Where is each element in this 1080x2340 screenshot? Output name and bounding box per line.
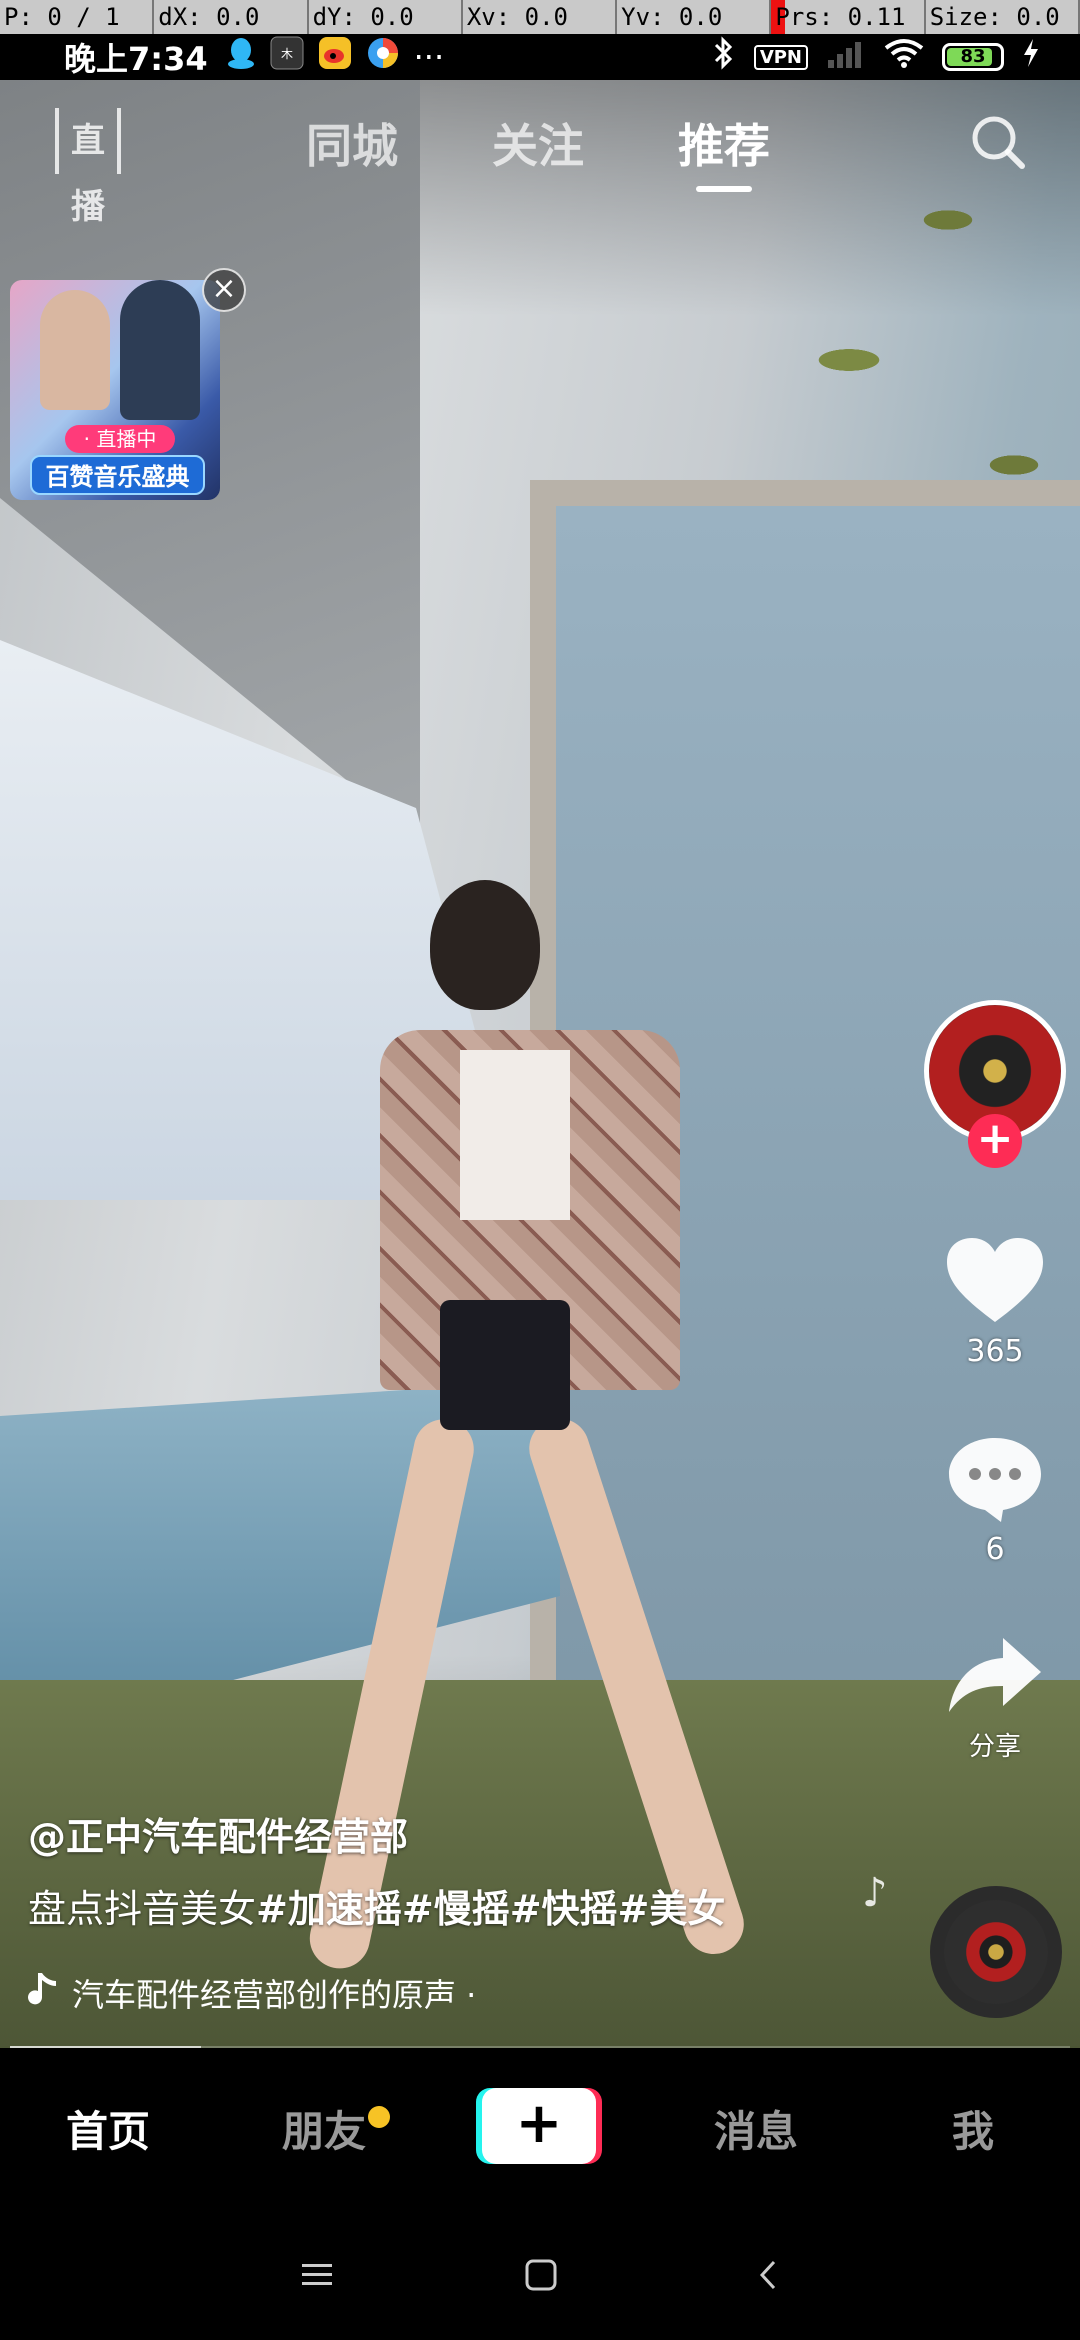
- music-note-icon: [28, 1971, 58, 2015]
- comment-count: 6: [985, 1532, 1005, 1567]
- search-icon[interactable]: [968, 112, 1028, 172]
- top-nav: 直播 同城 关注 推荐: [0, 100, 1080, 227]
- debug-size: Size: 0.0: [926, 0, 1080, 34]
- system-nav-bar: [0, 2214, 1080, 2340]
- tab-recommended[interactable]: 推荐: [678, 110, 770, 192]
- like-count: 365: [966, 1334, 1024, 1369]
- heart-icon: [930, 1234, 1060, 1330]
- debug-pressure: Prs: 0.11: [771, 0, 926, 34]
- back-icon[interactable]: [752, 2258, 786, 2296]
- more-icon: ···: [413, 38, 445, 76]
- live-ad-singler-1: [40, 290, 110, 410]
- signal-icon: [826, 38, 866, 76]
- debug-dy: dY: 0.0: [309, 0, 463, 34]
- author-name[interactable]: @正中汽车配件经营部: [28, 1806, 408, 1861]
- caption-hashtags[interactable]: #加速摇#慢摇#快摇#美女: [256, 1887, 725, 1931]
- tab-following[interactable]: 关注: [492, 110, 584, 176]
- caption-text: 盘点抖音美女: [28, 1887, 257, 1931]
- debug-pointer: P: 0 / 1: [0, 0, 155, 34]
- bluetooth-icon: [712, 36, 736, 78]
- friends-notification-dot: [368, 2106, 390, 2128]
- pointer-debug-bar: P: 0 / 1 dX: 0.0 dY: 0.0 Xv: 0.0 Yv: 0.0…: [0, 0, 1080, 34]
- status-time: 晚上7:34: [64, 40, 208, 78]
- video-caption: 盘点抖音美女#加速摇#慢摇#快摇#美女: [28, 1878, 725, 1933]
- status-bar: 晚上7:34 木 ··· VPN 83: [0, 34, 1080, 80]
- app-icon: 木: [270, 36, 304, 78]
- debug-xv: Xv: 0.0: [463, 0, 618, 34]
- close-icon[interactable]: ×: [202, 268, 246, 312]
- nav-home[interactable]: 首页: [66, 2098, 150, 2159]
- live-ad-live-tag: · 直播中: [65, 425, 175, 453]
- nav-messages[interactable]: 消息: [714, 2098, 798, 2159]
- follow-button[interactable]: +: [968, 1114, 1022, 1168]
- debug-yv: Yv: 0.0: [617, 0, 772, 34]
- comment-icon: [930, 1432, 1060, 1528]
- live-ad-title: 百赞音乐盛典: [30, 455, 205, 495]
- wifi-icon: [884, 38, 924, 76]
- vpn-badge: VPN: [753, 44, 808, 70]
- video-dancer: [304, 800, 752, 2000]
- floating-note-icon: ♪: [862, 1870, 888, 1916]
- home-icon[interactable]: [524, 2258, 558, 2296]
- like-button[interactable]: 365: [930, 1234, 1060, 1369]
- create-button[interactable]: +: [482, 2088, 596, 2164]
- live-ad-singer-2: [120, 280, 200, 420]
- music-title: 汽车配件经营部创作的原声 ·: [72, 1976, 477, 2014]
- debug-dx: dX: 0.0: [154, 0, 309, 34]
- share-label: 分享: [968, 1732, 1021, 1762]
- svg-text:木: 木: [281, 47, 293, 61]
- nav-me[interactable]: 我: [952, 2098, 994, 2159]
- tab-nearby[interactable]: 同城: [306, 110, 398, 176]
- charging-icon: [1022, 38, 1040, 76]
- qq-icon: [226, 36, 256, 78]
- battery-level: 83: [960, 46, 986, 67]
- share-button[interactable]: 分享: [930, 1632, 1060, 1763]
- browser-icon: [366, 36, 400, 78]
- comment-button[interactable]: 6: [930, 1432, 1060, 1567]
- music-info[interactable]: 汽车配件经营部创作的原声 ·: [28, 1970, 476, 2016]
- nav-friends[interactable]: 朋友: [282, 2098, 366, 2159]
- music-disc-icon[interactable]: [930, 1886, 1062, 2018]
- battery-icon: 83: [942, 43, 1004, 71]
- bottom-nav: 首页 朋友 + 消息 我: [0, 2048, 1080, 2214]
- menu-icon[interactable]: [300, 2258, 334, 2296]
- weibo-icon: [318, 36, 352, 78]
- live-button[interactable]: 直播: [55, 108, 121, 227]
- share-icon: [930, 1632, 1060, 1722]
- live-ad-card[interactable]: · 直播中 百赞音乐盛典 ×: [10, 268, 246, 510]
